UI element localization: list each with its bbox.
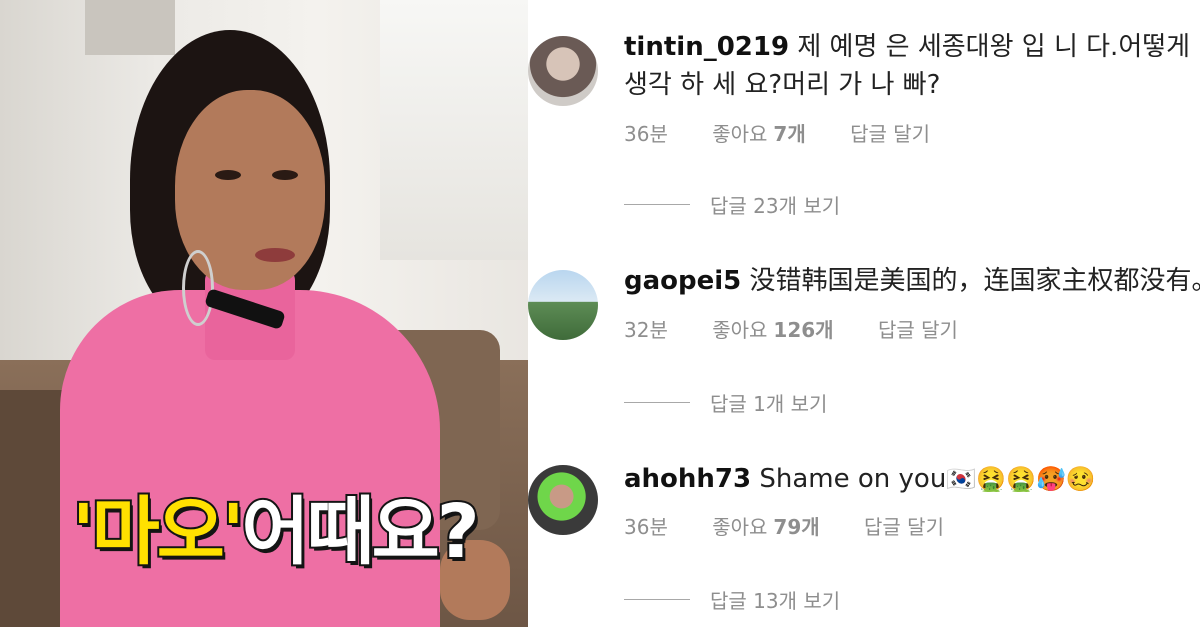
comment-meta: 36분 좋아요 7개 답글 달기	[624, 118, 968, 147]
comment-time: 36분	[624, 515, 668, 539]
background-shelf	[85, 0, 175, 55]
person-eye-right	[272, 170, 298, 180]
divider-line	[624, 204, 690, 205]
likes-label: 좋아요	[712, 318, 768, 342]
comment-username[interactable]: tintin_0219	[624, 32, 789, 62]
comment-text: tintin_0219 제 예명 은 세종대왕 입 니 다.어떻게	[624, 28, 1190, 66]
likes-label: 좋아요	[712, 122, 768, 146]
view-replies-button[interactable]: 답글 1개 보기	[624, 388, 827, 417]
comment-text: gaopei5 没错韩国是美国的，连国家主权都没有。	[624, 262, 1200, 300]
view-replies-label: 답글 23개 보기	[710, 194, 841, 218]
reply-button[interactable]: 답글 달기	[850, 122, 930, 146]
comments-panel: tintin_0219 제 예명 은 세종대왕 입 니 다.어떻게 생각 하 세…	[528, 0, 1200, 627]
view-replies-button[interactable]: 답글 23개 보기	[624, 190, 840, 219]
reply-button[interactable]: 답글 달기	[864, 515, 944, 539]
person-eye-left	[215, 170, 241, 180]
likes-label: 좋아요	[712, 515, 768, 539]
comment-body-line1: 没错韩国是美国的，连国家主权都没有。	[749, 266, 1200, 296]
likes-count: 79개	[773, 515, 820, 539]
comment-username[interactable]: ahohh73	[624, 464, 751, 494]
likes-count: 7개	[773, 122, 806, 146]
comment-username[interactable]: gaopei5	[624, 266, 741, 296]
comment-likes[interactable]: 좋아요 7개	[712, 122, 806, 146]
comment-time: 36분	[624, 122, 668, 146]
video-caption: '마오'어때요?	[70, 472, 482, 579]
comment-meta: 36분 좋아요 79개 답글 달기	[624, 511, 982, 540]
comment-text: ahohh73 Shame on you🇰🇷🤮🤮🥵🥴	[624, 460, 1096, 498]
avatar[interactable]	[528, 36, 598, 106]
person-lips	[255, 248, 295, 262]
view-replies-button[interactable]: 답글 13개 보기	[624, 585, 840, 614]
view-replies-label: 답글 13개 보기	[710, 589, 841, 613]
comment-text-line2: 생각 하 세 요?머리 가 나 빠?	[624, 66, 940, 104]
emoji-sequence: 🇰🇷🤮🤮🥵🥴	[946, 465, 1096, 493]
comment-body-line1: Shame on you	[759, 464, 947, 494]
background-window	[380, 0, 528, 260]
avatar[interactable]	[528, 465, 598, 535]
comment-body-line2: 생각 하 세 요?머리 가 나 빠?	[624, 70, 941, 100]
divider-line	[624, 402, 690, 403]
earring	[182, 250, 214, 326]
comment-body-line1: 제 예명 은 세종대왕 입 니 다.어떻게	[797, 32, 1191, 62]
view-replies-label: 답글 1개 보기	[710, 392, 828, 416]
avatar[interactable]	[528, 270, 598, 340]
comment-likes[interactable]: 좋아요 79개	[712, 515, 819, 539]
likes-count: 126개	[773, 318, 834, 342]
caption-highlight: '마오'	[70, 487, 247, 577]
caption-rest: 어때요?	[239, 487, 481, 577]
video-still-photo: '마오'어때요?	[0, 0, 528, 627]
comment-meta: 32분 좋아요 126개 답글 달기	[624, 314, 996, 343]
comment-time: 32분	[624, 318, 668, 342]
reply-button[interactable]: 답글 달기	[878, 318, 958, 342]
comment-likes[interactable]: 좋아요 126개	[712, 318, 833, 342]
divider-line	[624, 599, 690, 600]
